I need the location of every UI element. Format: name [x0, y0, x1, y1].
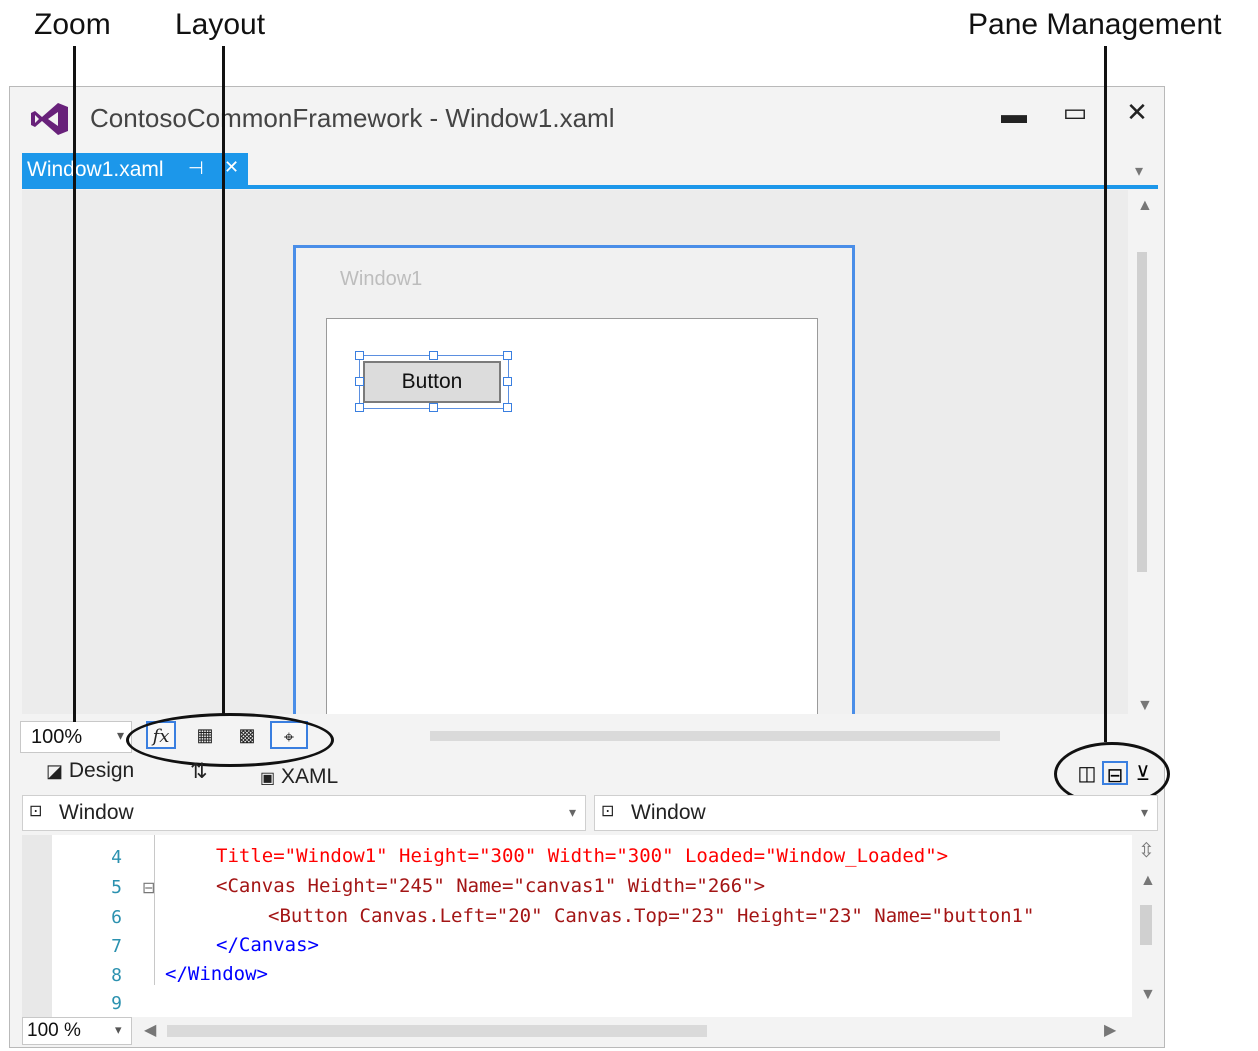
resize-handle[interactable]: [355, 351, 364, 360]
scroll-down-icon[interactable]: ▼: [1140, 987, 1156, 1003]
resize-handle[interactable]: [503, 377, 512, 386]
xaml-icon: ▣: [260, 770, 276, 787]
callout-layout: Layout: [175, 8, 266, 41]
design-form-window[interactable]: Window1 Button: [293, 245, 855, 714]
layout-callout-oval: [126, 713, 334, 767]
chevron-down-icon[interactable]: ▾: [569, 804, 576, 821]
tab-strip-underline: [22, 185, 1158, 189]
chevron-down-icon[interactable]: ▾: [115, 1022, 122, 1038]
resize-handle[interactable]: [429, 403, 438, 412]
left-combo-label: Window: [59, 801, 134, 824]
scroll-up-icon[interactable]: ▲: [1137, 198, 1153, 214]
code-line: <Canvas Height="245" Name="canvas1" Widt…: [216, 875, 766, 897]
element-icon: ⊡: [601, 803, 615, 820]
zoom-value: 100%: [31, 726, 83, 748]
ide-window: ContosoCommonFramework - Window1.xaml ▬ …: [9, 86, 1170, 1048]
close-button[interactable]: ✕: [1122, 97, 1152, 128]
line-number: 8: [111, 965, 122, 986]
scroll-right-icon[interactable]: ▶: [1104, 1023, 1116, 1039]
resize-handle[interactable]: [503, 351, 512, 360]
code-line: </Window>: [165, 963, 268, 985]
tab-design[interactable]: ◪ Design: [46, 759, 134, 783]
editor-horizontal-scrollbar[interactable]: [167, 1025, 707, 1037]
resize-handle[interactable]: [503, 403, 512, 412]
element-navigator-left[interactable]: ⊡ Window ▾: [22, 795, 586, 831]
designer-vertical-scrollbar[interactable]: ▲ ▼: [1128, 190, 1158, 714]
scroll-up-icon[interactable]: ▲: [1140, 873, 1156, 889]
code-line: Title="Window1" Height="300" Width="300"…: [216, 845, 949, 867]
chevron-down-icon[interactable]: ▾: [1141, 804, 1148, 821]
form-canvas[interactable]: Button: [326, 318, 818, 714]
designer-zoom-combo[interactable]: 100% ▾: [20, 721, 132, 753]
editor-zoom-combo[interactable]: 100 % ▾: [22, 1017, 132, 1045]
line-number: 5: [111, 877, 122, 898]
element-icon: ⊡: [29, 803, 43, 820]
design-button-control[interactable]: Button: [363, 361, 501, 403]
element-navigator-right[interactable]: ⊡ Window ▾: [594, 795, 1158, 831]
xaml-code-editor[interactable]: 4 5 6 7 8 9 ⊟ Title="Window1" Height="30…: [22, 835, 1162, 1023]
line-number: 6: [111, 907, 122, 928]
code-line: </Canvas>: [216, 934, 319, 956]
line-number: 7: [111, 936, 122, 957]
tab-label: Window1.xaml: [27, 158, 164, 181]
zoom-callout-line: [73, 46, 76, 722]
pin-icon[interactable]: ⊣: [188, 158, 204, 179]
maximize-button[interactable]: ▭: [1060, 97, 1090, 128]
design-surface[interactable]: Window1 Button: [22, 190, 1128, 714]
visual-studio-logo-icon: [31, 103, 68, 135]
pane-management-callout-line: [1104, 46, 1107, 742]
window-title: ContosoCommonFramework - Window1.xaml: [90, 103, 615, 133]
split-editor-icon[interactable]: ⇳: [1138, 841, 1155, 861]
xaml-tab-label: XAML: [280, 765, 339, 788]
editor-vertical-scrollbar[interactable]: ⇳ ▲ ▼: [1132, 835, 1162, 1023]
tab-overflow-icon[interactable]: ▾: [1135, 161, 1143, 181]
line-number: 4: [111, 847, 122, 868]
layout-callout-line: [222, 46, 225, 716]
scroll-down-icon[interactable]: ▼: [1137, 698, 1153, 714]
editor-zoom-value: 100 %: [27, 1020, 81, 1041]
designer-horizontal-scrollbar[interactable]: [430, 731, 1000, 741]
outline-guide: [154, 835, 155, 985]
close-tab-icon[interactable]: ✕: [224, 157, 239, 178]
resize-handle[interactable]: [355, 403, 364, 412]
line-number: 9: [111, 993, 122, 1014]
form-title: Window1: [340, 268, 423, 290]
design-tab-label: Design: [68, 759, 135, 782]
right-combo-label: Window: [631, 801, 706, 824]
tab-window1-xaml[interactable]: Window1.xaml ⊣ ✕: [22, 153, 248, 189]
callout-zoom: Zoom: [34, 8, 111, 41]
editor-status-bar: 100 % ▾ ◀ ▶: [22, 1017, 1162, 1045]
scroll-left-icon[interactable]: ◀: [144, 1023, 156, 1039]
scroll-thumb[interactable]: [1137, 252, 1147, 572]
code-line: <Button Canvas.Left="20" Canvas.Top="23"…: [268, 905, 1035, 927]
design-icon: ◪: [46, 761, 64, 781]
swap-panes-button[interactable]: ⇅: [190, 759, 208, 784]
resize-handle[interactable]: [429, 351, 438, 360]
resize-handle[interactable]: [355, 377, 364, 386]
tab-xaml[interactable]: ▣ XAML: [260, 765, 338, 789]
editor-gutter: [22, 835, 52, 1023]
chevron-down-icon[interactable]: ▾: [117, 727, 124, 744]
minimize-button[interactable]: ▬: [1000, 99, 1028, 130]
callout-pane-management: Pane Management: [968, 8, 1222, 41]
scroll-thumb[interactable]: [1140, 905, 1152, 945]
